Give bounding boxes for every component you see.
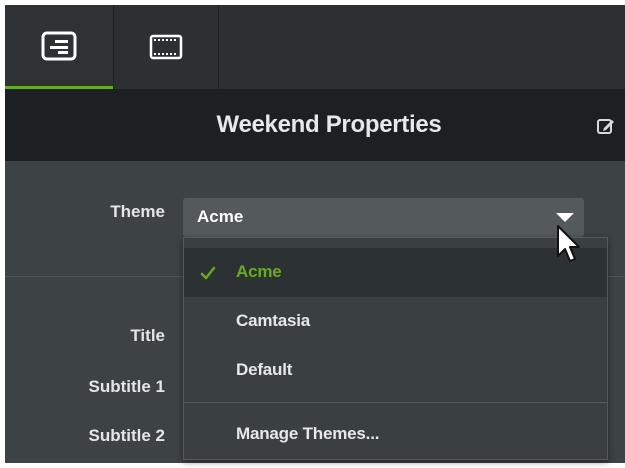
properties-icon — [41, 31, 77, 60]
tab-properties[interactable] — [5, 5, 113, 89]
menu-item-camtasia[interactable]: Camtasia — [184, 297, 607, 346]
edit-icon — [597, 119, 614, 134]
subtitle1-label: Subtitle 1 — [88, 377, 165, 396]
menu-item-label: Manage Themes... — [236, 424, 380, 443]
properties-header: Weekend Properties — [5, 89, 625, 161]
tab-media[interactable] — [113, 5, 219, 89]
theme-label: Theme — [110, 202, 165, 221]
tab-bar — [5, 5, 625, 89]
edit-button[interactable] — [595, 115, 617, 137]
menu-item-label: Camtasia — [236, 311, 310, 330]
checkmark-icon — [200, 266, 216, 280]
menu-item-manage-themes[interactable]: Manage Themes... — [184, 410, 607, 459]
menu-item-label: Default — [236, 360, 293, 379]
theme-dropdown[interactable]: Acme — [183, 198, 584, 237]
chevron-down-icon — [556, 213, 574, 222]
theme-dropdown-menu: Acme Camtasia Default Manage Themes... — [183, 237, 608, 460]
mouse-cursor-icon — [557, 225, 580, 262]
subtitle2-label: Subtitle 2 — [88, 426, 165, 445]
film-icon — [149, 34, 183, 60]
menu-item-acme[interactable]: Acme — [184, 248, 607, 297]
theme-dropdown-value: Acme — [197, 207, 244, 226]
menu-item-default[interactable]: Default — [184, 346, 607, 395]
properties-panel: Weekend Properties Theme Acme Title Subt… — [5, 5, 625, 463]
menu-separator — [184, 402, 607, 403]
menu-item-label: Acme — [236, 262, 282, 281]
screenshot-page: Weekend Properties Theme Acme Title Subt… — [0, 0, 625, 468]
page-title: Weekend Properties — [216, 111, 442, 138]
title-label: Title — [130, 326, 165, 345]
